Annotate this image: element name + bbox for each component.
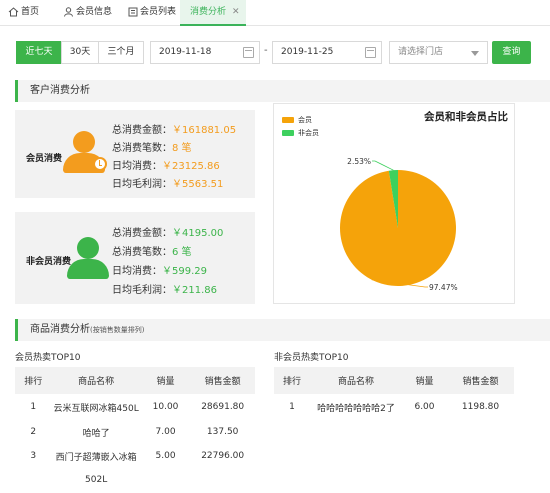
cell-product: 西门子超薄嵌入冰箱 — [55, 452, 137, 463]
nonmember-avatar-icon — [67, 237, 113, 281]
member-stat-row: 总消费金额：￥161881.05 — [112, 125, 237, 136]
tab-member-list[interactable]: 会员列表 — [128, 0, 176, 26]
pie-chart: 97.47% 2.53% — [340, 157, 458, 292]
cell-amount: 22796.00 — [201, 451, 245, 461]
section-subtitle: (按销售数量排列) — [90, 326, 145, 334]
calendar-icon — [365, 47, 376, 58]
member-top-title: 会员热卖TOP10 — [15, 353, 81, 363]
column-header: 商品名称 — [51, 367, 141, 394]
table-row: 1 哈哈哈哈哈哈哈2了 6.00 1198.80 — [274, 394, 514, 420]
store-placeholder: 请选择门店 — [398, 47, 444, 57]
section-customer-analysis: 客户消费分析 — [15, 80, 550, 102]
member-ratio-chart: 会员和非会员占比 会员 非会员 97.47% 2.53% — [273, 103, 515, 304]
table-header-row: 排行 商品名称 销量 销售金额 — [274, 367, 514, 394]
column-header: 排行 — [15, 367, 52, 394]
calendar-icon — [243, 47, 254, 58]
close-icon[interactable]: ✕ — [232, 7, 240, 17]
tab-label: 会员信息 — [76, 7, 113, 17]
cell-product: 哈哈了 — [82, 428, 110, 439]
nonmember-card-title: 非会员消费 — [26, 257, 72, 267]
range-3months-button[interactable]: 三个月 — [98, 41, 144, 64]
nonmember-stat-row: 日均毛利润：￥211.86 — [112, 285, 217, 296]
table-row: 2 哈哈了 7.00 137.50 — [15, 420, 255, 444]
cell-qty: 7.00 — [155, 427, 176, 437]
member-stat-row: 日均毛利润：￥5563.51 — [112, 179, 224, 190]
nonmember-stat-row: 总消费金额：￥4195.00 — [112, 228, 224, 239]
cell-product: 云米互联网冰箱450L — [53, 403, 139, 414]
member-avatar-icon — [63, 131, 109, 175]
list-icon — [128, 7, 138, 16]
nonmember-stat-row: 日均消费：￥599.29 — [112, 266, 207, 277]
start-date-value: 2019-11-18 — [159, 47, 212, 57]
cell-rank: 1 — [289, 402, 295, 412]
tab-consumption-analysis[interactable]: 消费分析 ✕ — [180, 0, 246, 26]
range-7days-button[interactable]: 近七天 — [16, 41, 62, 64]
user-icon — [64, 6, 73, 17]
column-header: 商品名称 — [310, 367, 402, 394]
start-date-input[interactable]: 2019-11-18 — [150, 41, 260, 64]
pie-data-label: 97.47% — [429, 283, 458, 292]
table-row: 1 云米互联网冰箱450L 10.00 28691.80 — [15, 394, 255, 420]
end-date-value: 2019-11-25 — [281, 47, 334, 57]
cell-rank: 3 — [30, 451, 37, 461]
query-button[interactable]: 查询 — [492, 41, 531, 64]
cell-amount: 1198.80 — [461, 402, 500, 412]
member-stat-row: 总消费笔数：8 笔 — [112, 143, 192, 154]
tab-home[interactable]: 首页 — [8, 0, 39, 26]
tab-label: 会员列表 — [140, 7, 177, 17]
cell-rank: 1 — [30, 402, 37, 412]
cell-product: 哈哈哈哈哈哈哈2了 — [317, 403, 395, 414]
cell-product-wrap: 502L — [85, 475, 108, 485]
column-header: 排行 — [274, 367, 310, 394]
pie-data-label: 2.53% — [347, 157, 371, 166]
end-date-input[interactable]: 2019-11-25 — [272, 41, 382, 64]
cell-amount: 137.50 — [206, 427, 239, 437]
table-row-continuation: 502L — [15, 468, 255, 492]
chevron-down-icon — [471, 51, 479, 56]
date-separator: - — [264, 45, 268, 56]
column-header: 销量 — [402, 367, 447, 394]
nonmember-top-table: 排行 商品名称 销量 销售金额 1 哈哈哈哈哈哈哈2了 6.00 1198.80 — [274, 367, 514, 420]
tab-label: 消费分析 — [190, 7, 227, 17]
column-header: 销售金额 — [190, 367, 255, 394]
cell-rank: 2 — [30, 427, 37, 437]
section-product-analysis: 商品消费分析(按销售数量排列) — [15, 319, 550, 341]
member-stat-row: 日均消费：￥23125.86 — [112, 161, 220, 172]
member-consumption-card: 会员消费 总消费金额：￥161881.05 总消费笔数：8 笔 日均消费：￥23… — [15, 110, 255, 198]
cell-qty: 6.00 — [414, 402, 435, 412]
member-card-title: 会员消费 — [26, 154, 63, 164]
cell-amount: 28691.80 — [201, 402, 245, 412]
check-badge-icon — [93, 157, 107, 171]
cell-qty: 10.00 — [152, 402, 179, 412]
table-row: 3 西门子超薄嵌入冰箱 5.00 22796.00 — [15, 444, 255, 468]
nonmember-top-title: 非会员热卖TOP10 — [274, 353, 349, 363]
home-icon — [8, 6, 19, 16]
tab-member-info[interactable]: 会员信息 — [63, 0, 112, 26]
cell-qty: 5.00 — [155, 451, 176, 461]
section-title: 商品消费分析 — [30, 324, 90, 335]
table-header-row: 排行 商品名称 销量 销售金额 — [15, 367, 255, 394]
nonmember-consumption-card: 非会员消费 总消费金额：￥4195.00 总消费笔数：6 笔 日均消费：￥599… — [15, 212, 255, 304]
column-header: 销售金额 — [447, 367, 514, 394]
column-header: 销量 — [140, 367, 191, 394]
store-select[interactable]: 请选择门店 — [389, 41, 488, 64]
pie-leader-line — [372, 160, 394, 171]
member-top-table: 排行 商品名称 销量 销售金额 1 云米互联网冰箱450L 10.00 2869… — [15, 367, 255, 492]
tab-label: 首页 — [21, 7, 40, 17]
nonmember-stat-row: 总消费笔数：6 笔 — [112, 247, 192, 258]
section-title: 客户消费分析 — [30, 85, 90, 96]
range-30days-button[interactable]: 30天 — [61, 41, 99, 64]
tab-bar: 首页 会员信息 会员列表 消费分析 ✕ — [0, 0, 550, 26]
